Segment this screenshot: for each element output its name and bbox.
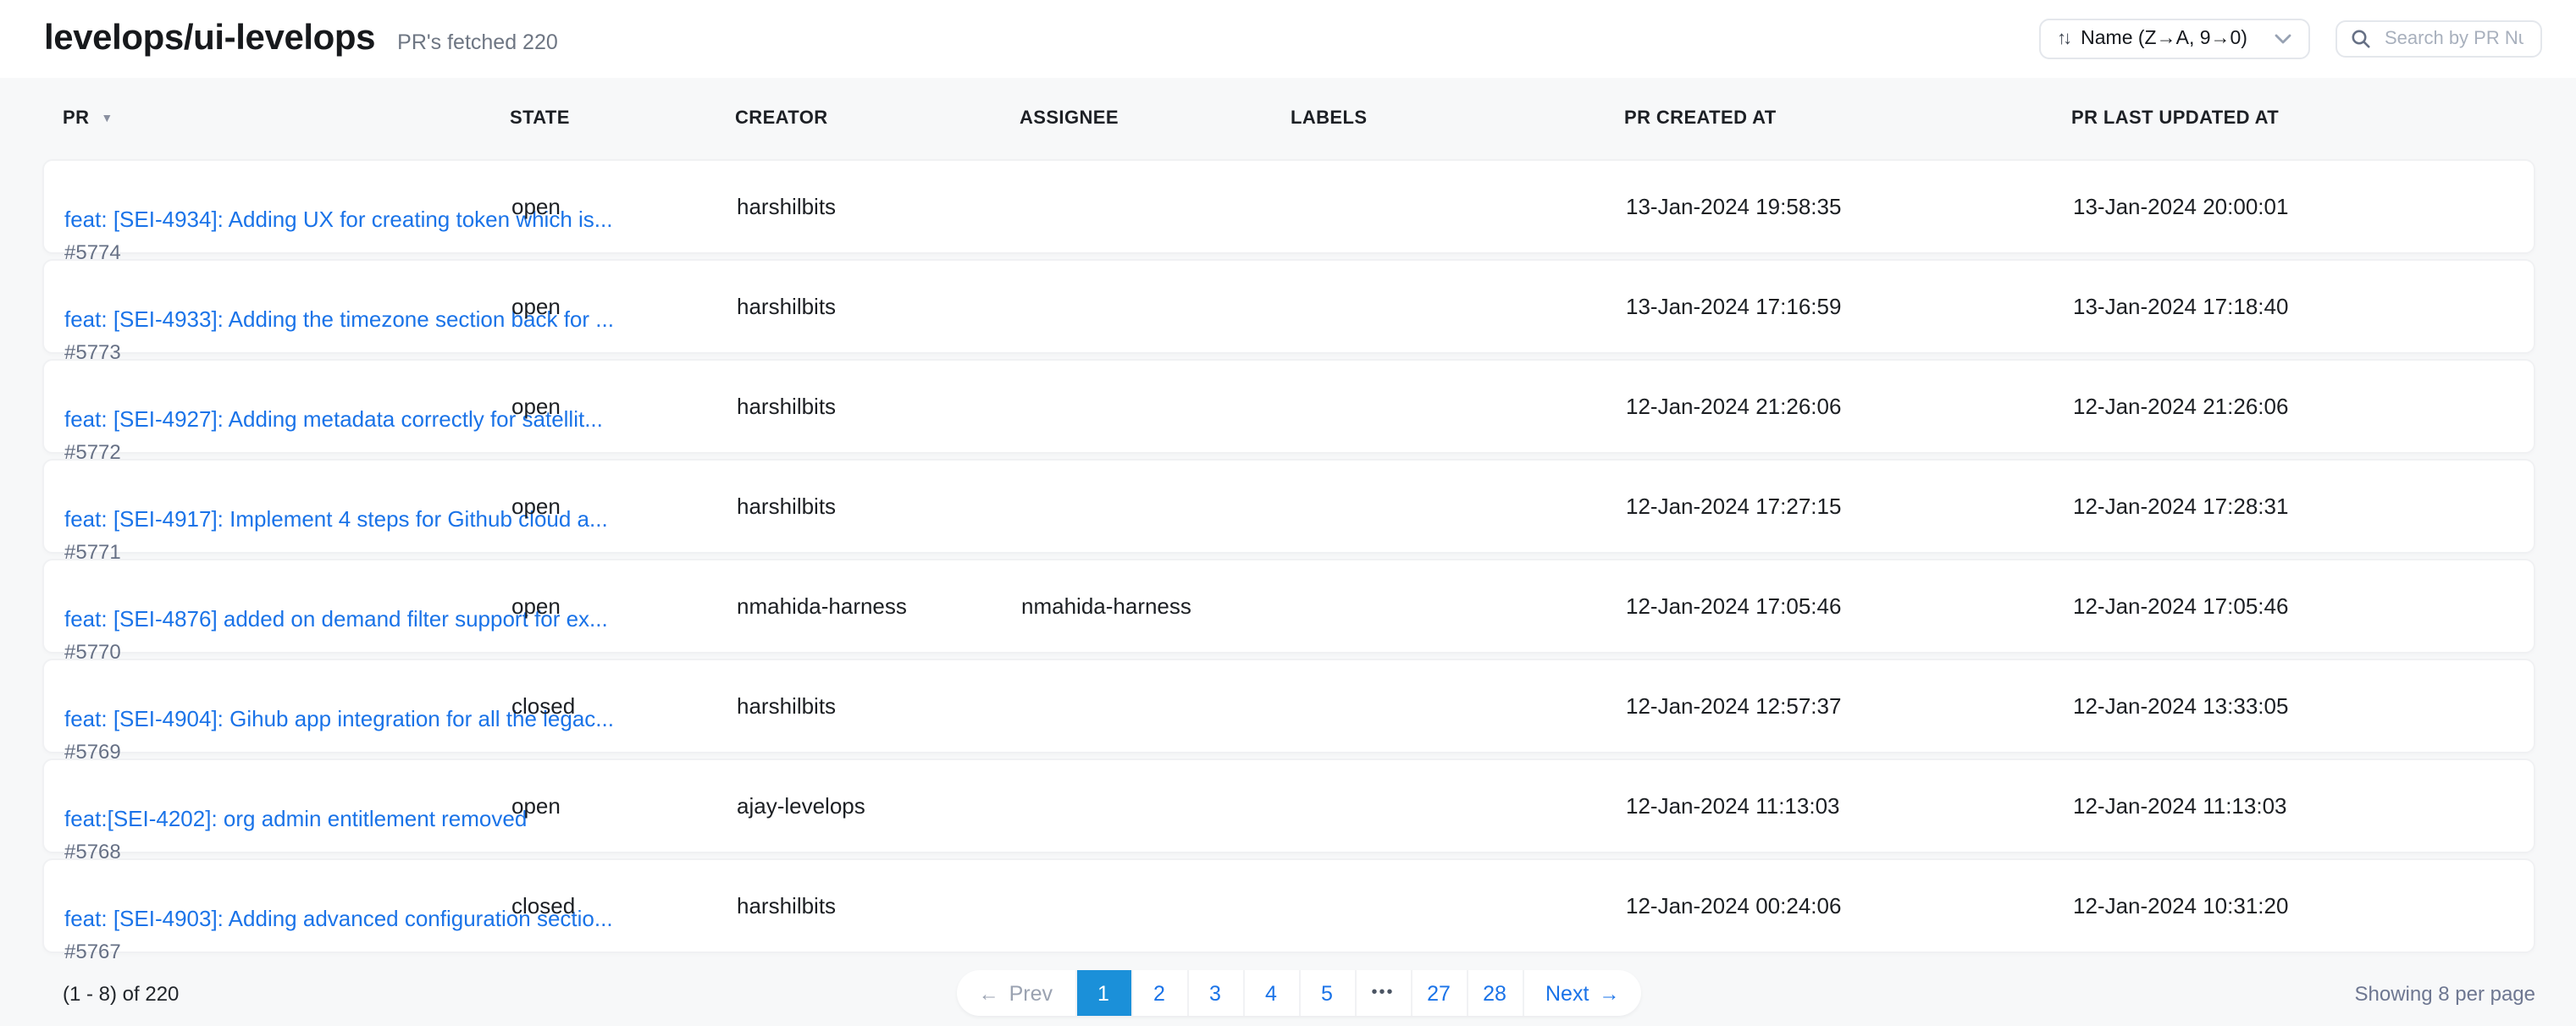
pr-last-updated-at: 12-Jan-2024 10:31:20 <box>2073 893 2288 918</box>
pr-created-at: 12-Jan-2024 17:05:46 <box>1626 593 1841 619</box>
pr-creator: harshilbits <box>737 394 836 419</box>
page-button-2[interactable]: 2 <box>1130 970 1186 1016</box>
page-button-4[interactable]: 4 <box>1242 970 1298 1016</box>
pr-created-at: 12-Jan-2024 11:13:03 <box>1626 793 1840 819</box>
pr-last-updated-at: 13-Jan-2024 17:18:40 <box>2073 294 2288 319</box>
table-row: feat: [SEI-4903]: Adding advanced config… <box>42 858 2535 953</box>
pagination: ← Prev 1 2 3 4 5 ••• 27 28 Next → <box>957 970 1642 1016</box>
column-header-pr-created-at: PR CREATED AT <box>1624 108 1777 129</box>
pr-creator: harshilbits <box>737 294 836 319</box>
column-header-state: STATE <box>510 108 570 129</box>
pr-creator: harshilbits <box>737 494 836 519</box>
sort-dropdown[interactable]: ↑↓ Name (Z→A, 9→0) <box>2038 19 2310 59</box>
pr-created-at: 12-Jan-2024 17:27:15 <box>1626 494 1841 519</box>
pr-table: PR▼ STATE CREATOR ASSIGNEE LABELS PR CRE… <box>0 78 2576 1026</box>
pr-last-updated-at: 12-Jan-2024 13:33:05 <box>2073 693 2288 719</box>
table-row: feat: [SEI-4917]: Implement 4 steps for … <box>42 459 2535 554</box>
pr-state: open <box>511 394 561 419</box>
table-row: feat: [SEI-4876] added on demand filter … <box>42 559 2535 654</box>
column-header-labels: LABELS <box>1291 108 1367 129</box>
pr-creator: harshilbits <box>737 893 836 918</box>
pr-state: open <box>511 294 561 319</box>
table-footer: (1 - 8) of 220 ← Prev 1 2 3 4 5 ••• 27 2… <box>0 970 2576 1016</box>
page-button-5[interactable]: 5 <box>1298 970 1354 1016</box>
sort-updown-icon: ↑↓ <box>2057 29 2069 49</box>
table-header-row: PR▼ STATE CREATOR ASSIGNEE LABELS PR CRE… <box>42 78 2535 159</box>
pr-state: open <box>511 593 561 619</box>
pr-creator: ajay-levelops <box>737 793 865 819</box>
pr-cell: feat:[SEI-4202]: org admin entitlement r… <box>64 806 527 863</box>
range-text: (1 - 8) of 220 <box>63 981 957 1005</box>
top-bar: levelops/ui-levelops PR's fetched 220 ↑↓… <box>0 0 2576 78</box>
pr-last-updated-at: 12-Jan-2024 17:05:46 <box>2073 593 2288 619</box>
column-header-pr-last-updated-at: PR LAST UPDATED AT <box>2071 108 2279 129</box>
page-button-3[interactable]: 3 <box>1186 970 1242 1016</box>
pr-created-at: 13-Jan-2024 17:16:59 <box>1626 294 1841 319</box>
chevron-down-icon <box>2275 34 2291 44</box>
pr-creator: harshilbits <box>737 194 836 219</box>
pr-state: open <box>511 194 561 219</box>
pagination-ellipsis[interactable]: ••• <box>1354 970 1410 1016</box>
search-icon <box>2351 29 2371 49</box>
pr-number: #5767 <box>64 940 613 963</box>
page-title: levelops/ui-levelops <box>44 19 375 59</box>
table-row: feat: [SEI-4904]: Gihub app integration … <box>42 659 2535 753</box>
prev-page-button[interactable]: ← Prev <box>957 970 1075 1016</box>
page-button-1[interactable]: 1 <box>1075 970 1130 1016</box>
pr-state: open <box>511 494 561 519</box>
column-header-assignee: ASSIGNEE <box>1020 108 1119 129</box>
pr-creator: nmahida-harness <box>737 593 907 619</box>
sort-caret-icon: ▼ <box>101 113 113 125</box>
pr-last-updated-at: 13-Jan-2024 20:00:01 <box>2073 194 2288 219</box>
pr-created-at: 12-Jan-2024 21:26:06 <box>1626 394 1841 419</box>
left-arrow-icon: ← <box>979 981 999 1005</box>
pr-assignee: nmahida-harness <box>1021 593 1191 619</box>
pr-creator: harshilbits <box>737 693 836 719</box>
per-page-text: Showing 8 per page <box>1641 981 2535 1005</box>
toolbar: ↑↓ Name (Z→A, 9→0) <box>2038 19 2542 59</box>
search-input[interactable] <box>2381 27 2527 51</box>
table-row: feat: [SEI-4934]: Adding UX for creating… <box>42 159 2535 254</box>
column-header-pr[interactable]: PR▼ <box>63 108 113 129</box>
table-row: feat:[SEI-4202]: org admin entitlement r… <box>42 758 2535 853</box>
pr-state: closed <box>511 893 575 918</box>
search-box <box>2336 20 2542 58</box>
prs-fetched-count: PR's fetched 220 <box>397 30 558 53</box>
table-row: feat: [SEI-4927]: Adding metadata correc… <box>42 359 2535 454</box>
right-arrow-icon: → <box>1599 981 1619 1005</box>
pr-last-updated-at: 12-Jan-2024 17:28:31 <box>2073 494 2288 519</box>
pr-created-at: 12-Jan-2024 00:24:06 <box>1626 893 1841 918</box>
pr-created-at: 13-Jan-2024 19:58:35 <box>1626 194 1841 219</box>
sort-dropdown-value: Name (Z→A, 9→0) <box>2081 29 2247 49</box>
pr-state: closed <box>511 693 575 719</box>
column-header-creator: CREATOR <box>735 108 828 129</box>
page-button-28[interactable]: 28 <box>1466 970 1522 1016</box>
pr-last-updated-at: 12-Jan-2024 11:13:03 <box>2073 793 2287 819</box>
pr-state: open <box>511 793 561 819</box>
pr-title-link[interactable]: feat:[SEI-4202]: org admin entitlement r… <box>64 806 527 831</box>
page-button-27[interactable]: 27 <box>1410 970 1466 1016</box>
pr-list-page: levelops/ui-levelops PR's fetched 220 ↑↓… <box>0 0 2576 1026</box>
pr-created-at: 12-Jan-2024 12:57:37 <box>1626 693 1841 719</box>
table-row: feat: [SEI-4933]: Adding the timezone se… <box>42 259 2535 354</box>
next-page-button[interactable]: Next → <box>1522 970 1641 1016</box>
pr-last-updated-at: 12-Jan-2024 21:26:06 <box>2073 394 2288 419</box>
